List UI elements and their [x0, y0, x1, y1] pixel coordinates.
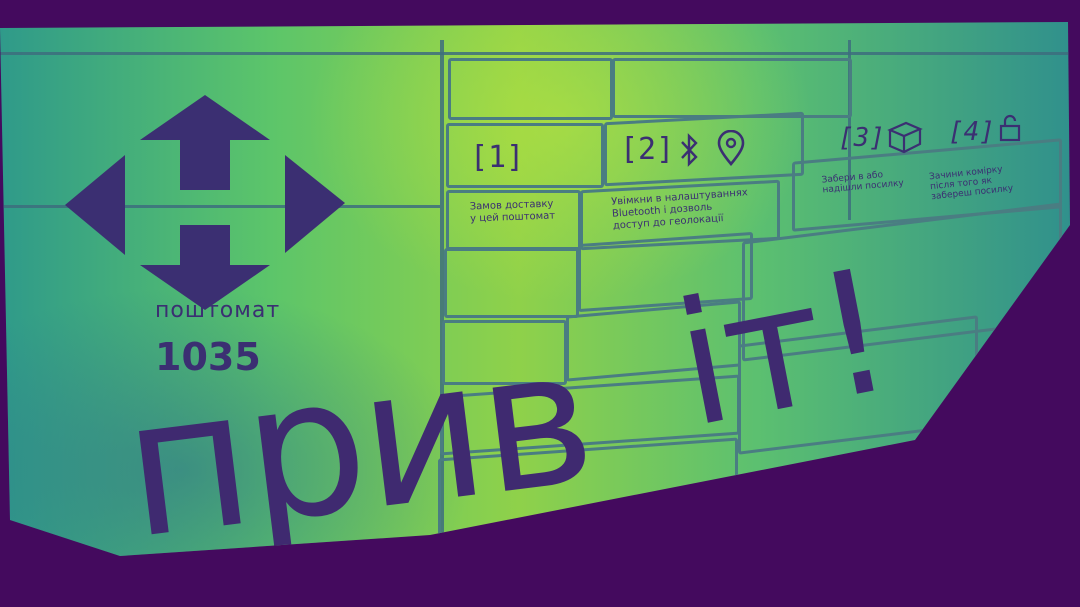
brand-word: поштомат: [155, 298, 281, 323]
locker-door[interactable]: [448, 58, 613, 120]
slot-label-2: [2]: [620, 132, 675, 167]
slot-label-1: [1]: [470, 140, 525, 175]
bluetooth-icon: [681, 133, 698, 167]
locker-door[interactable]: [612, 58, 852, 118]
nova-poshta-logo-icon: [65, 95, 345, 310]
location-pin-icon: [717, 130, 745, 166]
parcel-locker-front: поштомат 1035 [1] Замов доставку у цей п…: [0, 22, 1070, 556]
padlock-icon: [999, 114, 1021, 142]
greeting-text-part2: іт!: [662, 231, 905, 466]
top-edge: [0, 52, 1070, 55]
slot-label-3: [3]: [838, 123, 885, 153]
slot-label-4: [4]: [948, 117, 995, 147]
box-icon: [887, 121, 923, 154]
slot-caption-1: Замов доставку у цей поштомат: [469, 198, 556, 225]
